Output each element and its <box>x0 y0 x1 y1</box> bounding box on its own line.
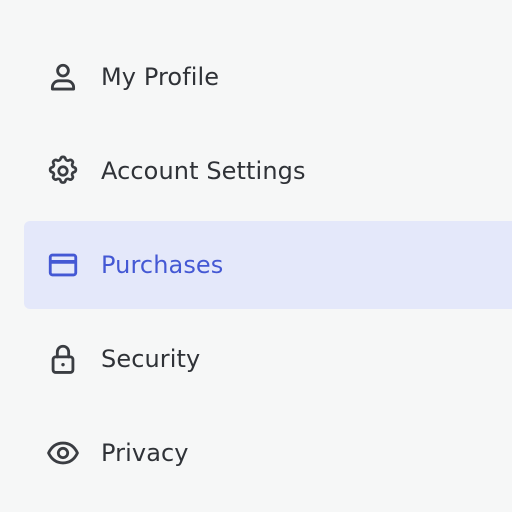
person-icon <box>46 60 80 94</box>
gear-icon <box>46 154 80 188</box>
sidebar-item-label: Account Settings <box>101 157 306 185</box>
sidebar-item-label: Security <box>101 345 201 373</box>
sidebar-item-label: My Profile <box>101 63 220 91</box>
credit-card-icon <box>46 248 80 282</box>
lock-icon <box>46 342 80 376</box>
sidebar-item-purchases[interactable]: Purchases <box>24 221 512 309</box>
sidebar-item-my-profile[interactable]: My Profile <box>24 33 512 121</box>
sidebar-item-security[interactable]: Security <box>24 315 512 403</box>
sidebar-item-account-settings[interactable]: Account Settings <box>24 127 512 215</box>
sidebar-item-label: Privacy <box>101 439 189 467</box>
settings-sidebar: My Profile Account Settings Purchases Se… <box>0 0 512 512</box>
eye-icon <box>46 436 80 470</box>
sidebar-item-label: Purchases <box>101 251 224 279</box>
sidebar-item-privacy[interactable]: Privacy <box>24 409 512 497</box>
